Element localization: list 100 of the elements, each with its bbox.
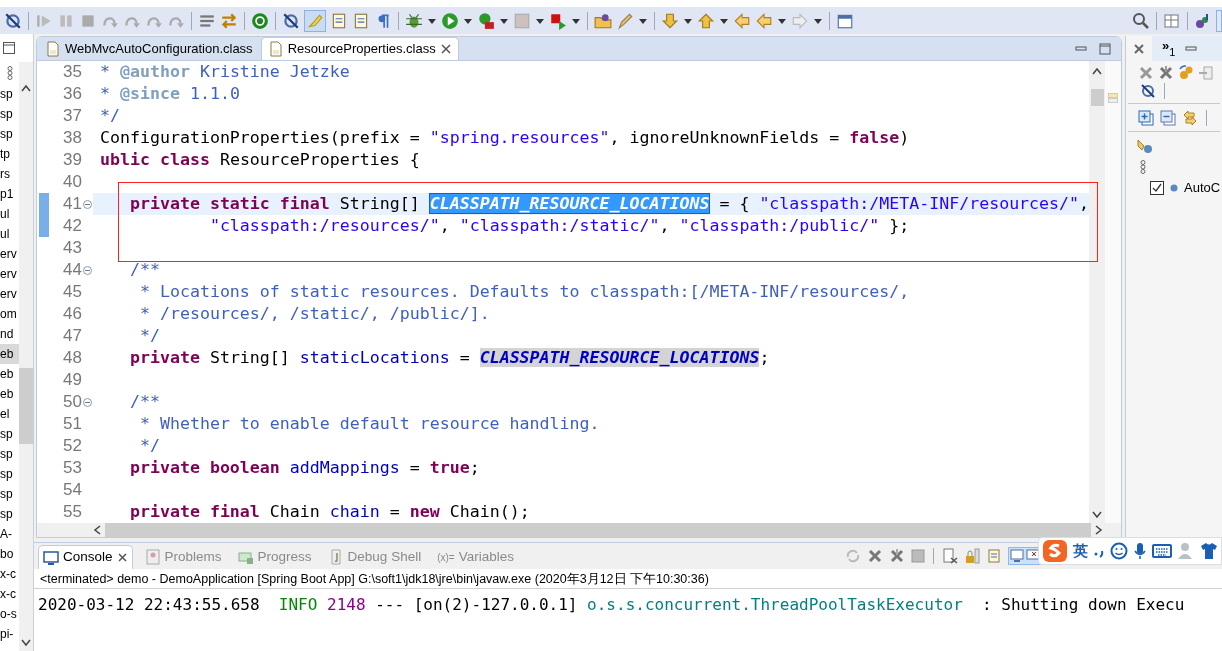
remove-icon[interactable]	[867, 548, 883, 564]
tree-item[interactable]: erv	[0, 264, 19, 284]
tree-item[interactable]: eb	[0, 344, 19, 364]
maximize-icon[interactable]	[2, 41, 16, 55]
tree-item[interactable]: bo	[0, 544, 19, 564]
collapse-icon[interactable]	[83, 397, 92, 407]
scrollbar-thumb[interactable]	[19, 368, 33, 444]
keyboard-icon[interactable]	[1152, 543, 1172, 559]
code-line: * @since 1.1.0	[100, 83, 240, 105]
remove-all-icon[interactable]	[889, 548, 905, 564]
power-icon[interactable]	[251, 11, 269, 30]
scroll-up-icon[interactable]	[1092, 67, 1102, 75]
code-line: /**	[128, 391, 160, 413]
tree-item[interactable]: sp	[0, 444, 19, 464]
tree-item[interactable]: om	[0, 304, 19, 324]
more-views-chevron[interactable]: »	[1162, 39, 1170, 53]
code-line: * Whether to enable default resource handling.	[138, 413, 600, 435]
line-number: 43	[63, 237, 82, 259]
tree-item[interactable]: ul	[0, 224, 19, 244]
tree-item[interactable]: sp	[0, 424, 19, 444]
collapse-all-icon[interactable]	[1160, 110, 1176, 126]
checkbox[interactable]	[1150, 180, 1164, 195]
grid-icon[interactable]	[1163, 11, 1181, 30]
scroll-down-icon[interactable]	[21, 639, 31, 647]
console-tab[interactable]: Console	[38, 545, 133, 569]
search-icon[interactable]	[1132, 11, 1150, 30]
chain-icon	[6, 66, 13, 80]
code-line: /**	[128, 259, 160, 281]
tree-item[interactable]: A-	[0, 524, 19, 544]
line-number: 40	[63, 171, 82, 193]
tree-item[interactable]: sp	[0, 484, 19, 504]
line-number: 53	[63, 457, 82, 479]
collapse-icon[interactable]	[83, 199, 92, 209]
line-number: 45	[63, 281, 82, 303]
play-icon[interactable]	[441, 11, 459, 30]
line-number: 37	[63, 105, 82, 127]
lock-icon[interactable]	[964, 548, 980, 564]
tree-item[interactable]: sp	[0, 104, 19, 124]
class-file-icon	[267, 41, 284, 57]
tree-item[interactable]: tp	[0, 144, 19, 164]
code-line: */	[100, 105, 120, 127]
close-icon[interactable]	[1133, 42, 1145, 55]
scroll-left-icon[interactable]	[93, 525, 101, 535]
output-icon[interactable]	[1009, 548, 1025, 564]
tree-item[interactable]: sp	[0, 504, 19, 524]
tree-item[interactable]: erv	[0, 244, 19, 264]
close-icon[interactable]	[116, 552, 128, 563]
scrollbar-thumb[interactable]	[1090, 89, 1104, 106]
ime-logo-icon[interactable]	[1042, 539, 1068, 563]
tree-item[interactable]: erv	[0, 284, 19, 304]
tree-item[interactable]: eb	[0, 364, 19, 384]
editor-tab[interactable]: ResourceProperties.class	[260, 37, 459, 60]
tree-item[interactable]: rs	[0, 164, 19, 184]
maximize-icon[interactable]	[1099, 42, 1111, 55]
tree-item[interactable]: pi-	[0, 624, 19, 644]
line-number: 49	[63, 369, 82, 391]
line-number: 52	[63, 435, 82, 457]
input-mode-toggle[interactable]: 英	[1073, 539, 1088, 563]
tree-item[interactable]: AutoC	[1184, 178, 1221, 198]
collapse-icon[interactable]	[83, 265, 92, 275]
view-tab[interactable]	[1126, 36, 1152, 61]
line-number: 39	[63, 149, 82, 171]
swap-icon[interactable]	[220, 11, 238, 30]
tree-item[interactable]: sp	[0, 464, 19, 484]
document-icon[interactable]	[330, 11, 348, 30]
document-icon[interactable]	[352, 11, 370, 30]
scrollbar[interactable]	[1089, 61, 1105, 523]
line-number: 54	[63, 479, 82, 501]
line-number: 48	[63, 347, 82, 369]
code-line: private boolean addMappings = true;	[128, 457, 480, 479]
scroll-down-icon[interactable]	[1092, 511, 1102, 519]
tree-item[interactable]: sp	[0, 84, 19, 104]
line-number: 36	[63, 83, 82, 105]
tree-item[interactable]: p1	[0, 184, 19, 204]
smiley-icon[interactable]	[1110, 542, 1128, 560]
tree-item[interactable]: ul	[0, 204, 19, 224]
stop-run-icon[interactable]	[549, 11, 567, 30]
tree-item[interactable]: x-c	[0, 564, 19, 584]
tree-item[interactable]: x-c	[0, 584, 19, 604]
tree-item[interactable]: sp	[0, 124, 19, 144]
tree-item[interactable]: el	[0, 404, 19, 424]
close-icon[interactable]	[439, 43, 452, 55]
folder-icon[interactable]	[594, 11, 612, 30]
marker-icon[interactable]	[306, 11, 324, 30]
remove-all-icon[interactable]	[1158, 65, 1174, 81]
expand-all-icon[interactable]	[1138, 110, 1154, 126]
scroll-right-icon[interactable]	[1095, 525, 1103, 535]
line-number: 47	[63, 325, 82, 347]
scrollbar[interactable]	[19, 62, 33, 651]
scroll-up-icon[interactable]	[21, 84, 31, 92]
clear-icon[interactable]	[942, 548, 958, 564]
tree-item[interactable]: o-s	[0, 604, 19, 624]
shirt-icon[interactable]	[1200, 542, 1218, 560]
run-icon[interactable]	[477, 11, 495, 30]
tree-item[interactable]: eb	[0, 384, 19, 404]
link-arrows-icon[interactable]	[1182, 110, 1198, 126]
microphone-icon[interactable]	[1133, 542, 1147, 560]
tree-item[interactable]: nd	[0, 324, 19, 344]
bug-icon[interactable]	[405, 11, 423, 30]
change-marker	[39, 215, 49, 237]
